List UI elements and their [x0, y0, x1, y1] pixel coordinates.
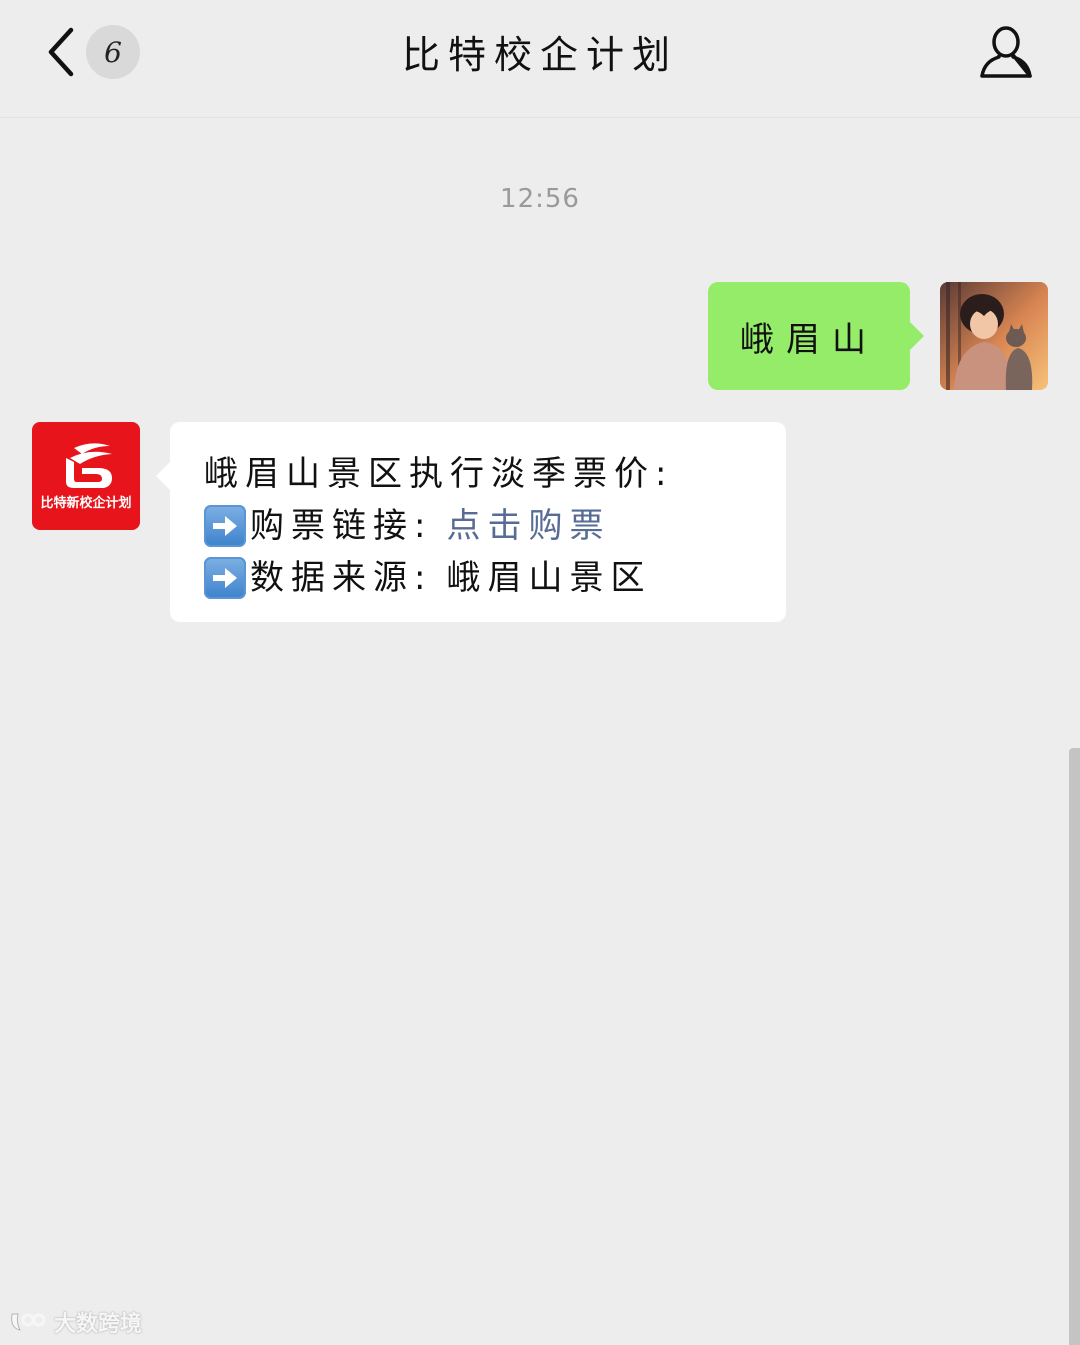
outgoing-message-text: 峨眉山: [740, 319, 878, 360]
right-arrow-icon: [204, 557, 246, 599]
message-line-1: 峨眉山景区执行淡季票价:: [204, 448, 766, 500]
message-line-3: 数据来源: 峨眉山景区: [204, 552, 766, 604]
official-account-avatar[interactable]: 比特新校企计划: [32, 422, 140, 530]
chat-header: 6 比特校企计划: [0, 0, 1080, 118]
person-icon: [980, 26, 1032, 78]
data-source-label: 数据来源:: [250, 558, 433, 598]
incoming-message-bubble[interactable]: 峨眉山景区执行淡季票价: 购票链接: 点击购票 数据来源: 峨眉山景区: [156, 422, 786, 622]
message-line-2: 购票链接: 点击购票: [204, 500, 766, 552]
chat-title: 比特校企计划: [401, 33, 678, 77]
my-avatar[interactable]: [940, 282, 1048, 390]
outgoing-message-bubble[interactable]: 峨眉山: [708, 282, 924, 390]
watermark: 大数跨境: [8, 1306, 142, 1338]
right-arrow-icon: [204, 505, 246, 547]
bitte-logo-icon: [66, 443, 112, 488]
data-source-value: 峨眉山景区: [446, 558, 652, 598]
chat-scrollbar[interactable]: [1069, 748, 1080, 1345]
watermark-logo-icon: [11, 1313, 46, 1331]
price-notice-text: 峨眉山景区执行淡季票价:: [204, 454, 674, 494]
ticket-link-label: 购票链接:: [250, 506, 433, 546]
message-timestamp: 12:56: [500, 184, 580, 214]
chat-info-button[interactable]: [978, 24, 1034, 82]
avatar-logo-label: 比特新校企计划: [40, 496, 132, 511]
watermark-text: 大数跨境: [54, 1312, 143, 1337]
buy-ticket-link[interactable]: 点击购票: [446, 500, 610, 552]
user-avatar-image: [940, 282, 1048, 390]
